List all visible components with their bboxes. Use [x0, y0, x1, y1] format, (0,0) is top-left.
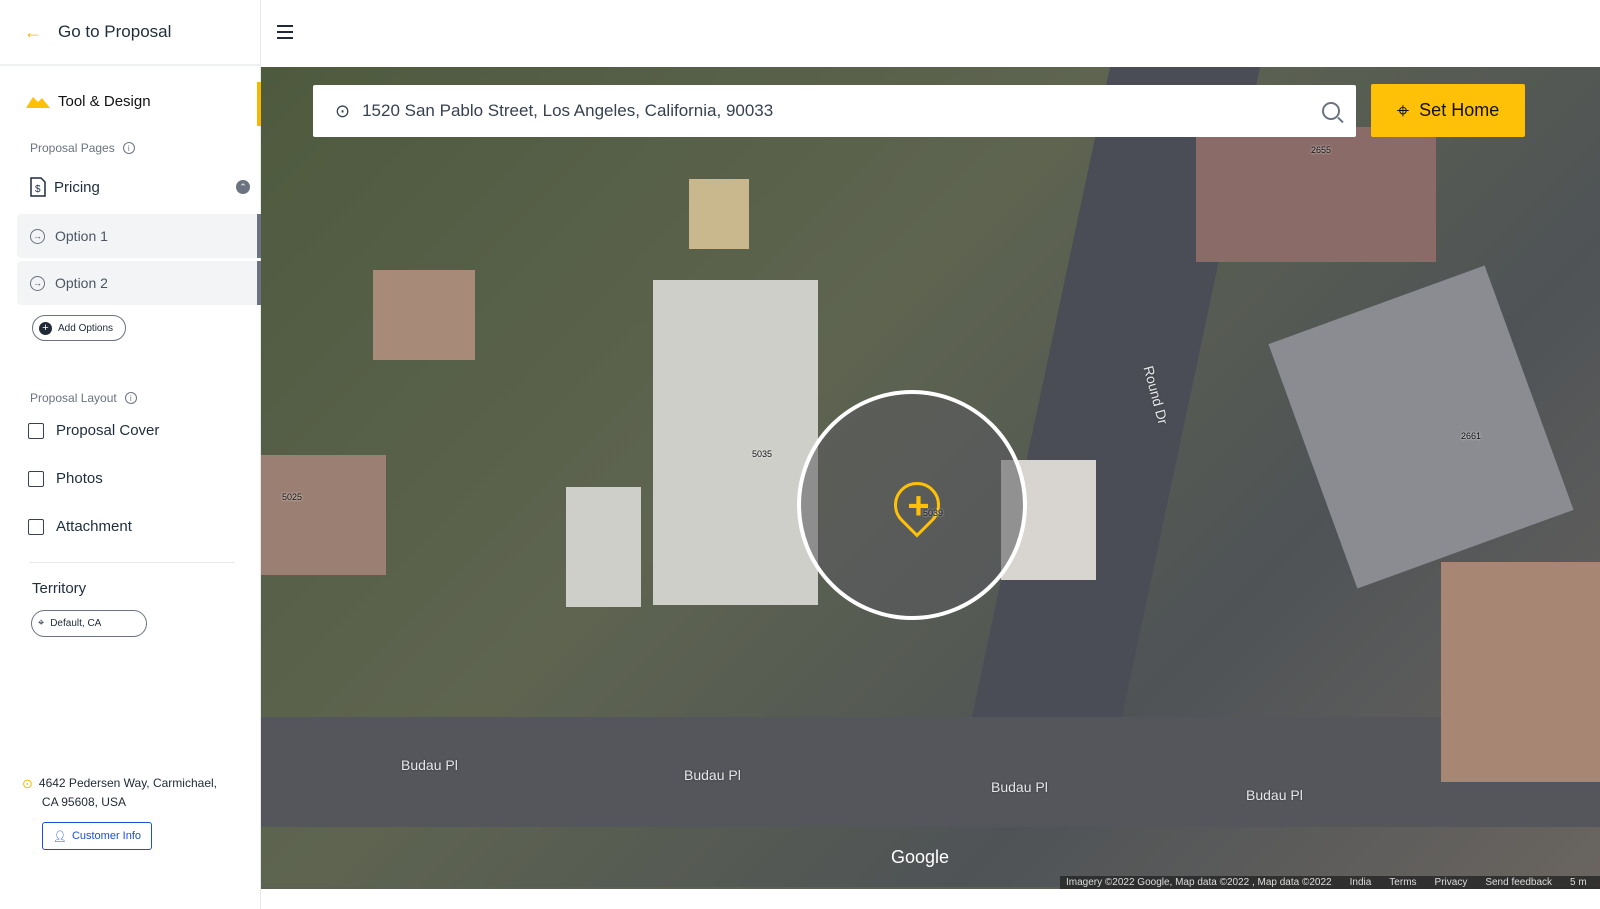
proposal-layout-label: Proposal Layout i [30, 391, 137, 405]
cover-icon [28, 422, 44, 439]
nav-photos[interactable]: Photos [28, 470, 103, 487]
territory-select[interactable]: ⌖ Default, CA [31, 610, 147, 637]
building [261, 455, 386, 575]
nav-proposal-cover[interactable]: Proposal Cover [28, 422, 159, 439]
parcel-label: 2661 [1461, 431, 1482, 441]
top-bar [261, 0, 1600, 67]
crosshair-icon: ⌖ [1396, 97, 1410, 123]
map-pin-icon: ⊙ [335, 100, 351, 121]
add-options-button[interactable]: + Add Options [32, 315, 127, 341]
add-pin-icon[interactable]: + [884, 472, 950, 538]
customer-info-label: Customer Info [71, 830, 142, 842]
parcel-label: 5035 [752, 449, 773, 459]
location-target-icon: ⌖ [38, 617, 45, 629]
pricing-doc-icon: $ [30, 177, 46, 197]
plus-icon: + [39, 321, 52, 335]
arrow-left-icon: ← [24, 21, 42, 42]
building [566, 487, 641, 607]
set-home-button[interactable]: ⌖ Set Home [1371, 84, 1525, 137]
nav-label: Attachment [56, 518, 132, 535]
arrow-circle-icon: → [30, 228, 45, 244]
proposal-pages-label: Proposal Pages i [30, 141, 135, 155]
info-icon[interactable]: i [122, 142, 135, 154]
scale-bar[interactable]: 5 m [1570, 877, 1587, 888]
building [689, 179, 749, 249]
bottom-strip [261, 889, 1600, 909]
territory-value: Default, CA [50, 618, 102, 629]
satellite-map[interactable]: Budau Pl Budau Pl Budau Pl Budau Pl Roun… [261, 67, 1600, 889]
attribution: Imagery ©2022 Google, Map data ©2022 , M… [1066, 877, 1332, 888]
privacy-link[interactable]: Privacy [1435, 877, 1468, 888]
building [373, 270, 475, 360]
region-link[interactable]: India [1350, 877, 1372, 888]
pricing-label: Pricing [54, 178, 100, 196]
photos-icon [28, 470, 44, 487]
attachment-icon [28, 518, 44, 535]
customer-info-button[interactable]: 👤︎ Customer Info [42, 822, 152, 850]
pricing-item[interactable]: $ Pricing ⌃ [30, 177, 250, 197]
svg-text:$: $ [35, 184, 41, 195]
user-icon: 👤︎ [52, 830, 67, 843]
road-label: Budau Pl [401, 757, 458, 773]
address-search-bar[interactable]: ⊙ 1520 San Pablo Street, Los Angeles, Ca… [313, 85, 1356, 137]
nav-attachment[interactable]: Attachment [28, 518, 132, 535]
nav-label: Proposal Cover [56, 422, 160, 439]
search-icon[interactable] [1322, 102, 1340, 120]
option-1-item[interactable]: → Option 1 [17, 214, 261, 258]
active-indicator [257, 82, 261, 126]
address-search-input[interactable]: 1520 San Pablo Street, Los Angeles, Cali… [362, 101, 773, 121]
road-label: Budau Pl [684, 767, 741, 783]
road-budau [261, 717, 1600, 827]
building [1441, 562, 1600, 782]
sidebar: ← Go to Proposal Tool & Design Proposal … [0, 0, 261, 909]
divider [30, 562, 234, 563]
add-options-label: Add Options [58, 322, 114, 334]
address-line-1: 4642 Pedersen Way, Carmichael, [38, 776, 217, 790]
road-label: Budau Pl [1246, 787, 1303, 803]
home-selection-circle[interactable]: + 5039 [797, 390, 1027, 620]
option-2-item[interactable]: → Option 2 [17, 261, 261, 305]
info-icon[interactable]: i [124, 392, 137, 404]
go-to-proposal-button[interactable]: ← Go to Proposal [0, 0, 260, 66]
territory-label: Territory [32, 580, 87, 597]
set-home-label: Set Home [1419, 100, 1500, 120]
section-title: Tool & Design [58, 93, 151, 110]
send-feedback-link[interactable]: Send feedback [1485, 877, 1552, 888]
option-label: Option 1 [55, 228, 108, 244]
arrow-circle-icon: → [30, 275, 45, 291]
address-line-2: CA 95608, USA [41, 795, 126, 809]
building [653, 280, 818, 605]
map-pin-icon: ⊙ [22, 776, 33, 791]
terms-link[interactable]: Terms [1389, 877, 1416, 888]
parcel-label: 5025 [282, 492, 303, 502]
tool-design-header[interactable]: Tool & Design [26, 93, 151, 110]
parcel-label: 5039 [923, 508, 944, 518]
proposal-pages-text: Proposal Pages [30, 141, 115, 155]
chevron-up-icon[interactable]: ⌃ [236, 180, 250, 194]
nav-label: Photos [56, 470, 103, 487]
hamburger-menu-icon[interactable] [277, 25, 293, 39]
parcel-label: 2655 [1311, 145, 1332, 155]
back-label: Go to Proposal [58, 22, 172, 41]
road-label: Budau Pl [991, 779, 1048, 795]
proposal-layout-text: Proposal Layout [30, 391, 117, 405]
option-label: Option 2 [55, 275, 108, 291]
map-footer: Imagery ©2022 Google, Map data ©2022 , M… [1060, 876, 1600, 889]
roof-logo-icon [26, 96, 50, 108]
google-logo: Google [891, 847, 950, 867]
customer-address: ⊙ 4642 Pedersen Way, Carmichael, CA 95608,… [22, 774, 217, 812]
